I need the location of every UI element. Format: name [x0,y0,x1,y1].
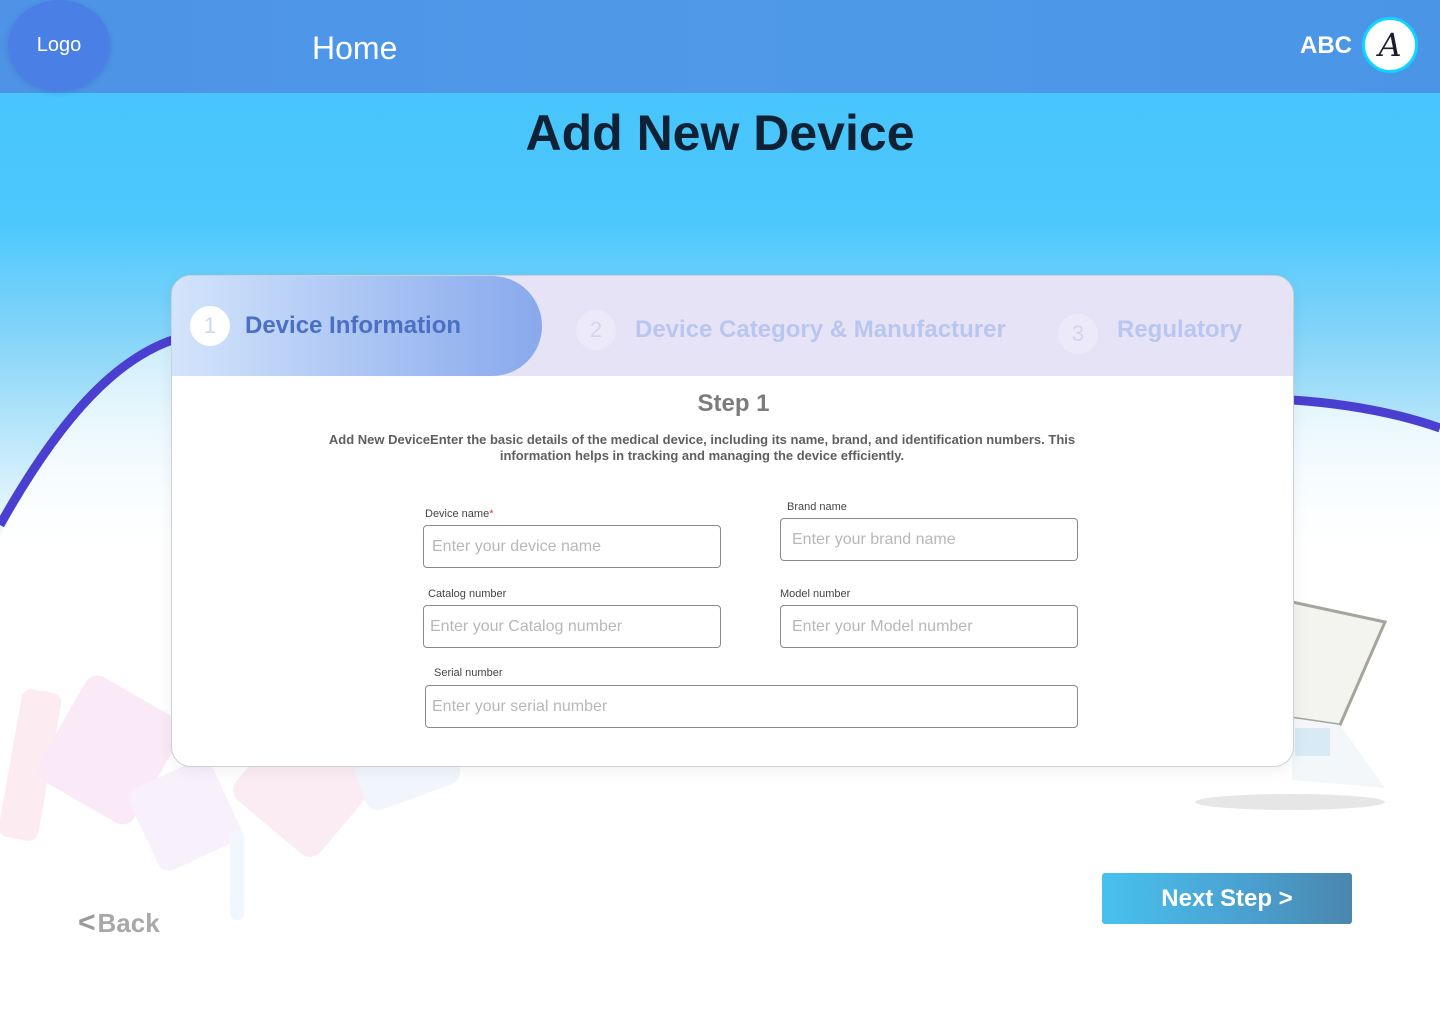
logo[interactable]: Logo [8,0,110,90]
chevron-left-icon: < [78,906,96,939]
device-name-label-text: Device name [425,508,490,520]
step-heading: Step 1 [697,390,770,417]
step-1-label: Device Information [245,312,462,339]
step-3-number: 3 [1058,314,1098,354]
step-description: Add New DeviceEnter the basic details of… [328,432,1076,463]
model-number-label: Model number [780,588,851,600]
step-3-label[interactable]: Regulatory [1117,316,1242,344]
required-mark: * [489,508,494,520]
device-name-label: Device name* [425,508,493,520]
add-device-card: 1 Device Information 2 Device Category &… [171,275,1294,767]
next-step-button[interactable]: Next Step > [1102,873,1352,924]
model-number-input[interactable] [780,605,1078,648]
serial-number-label: Serial number [434,667,503,679]
device-name-input[interactable] [423,525,721,568]
user-initials: ABC [1300,32,1352,59]
top-header: Logo Home ABC A [0,0,1440,93]
step-2-label[interactable]: Device Category & Manufacturer [635,316,1006,344]
page-title: Add New Device [525,105,915,161]
stepper: 1 Device Information 2 Device Category &… [172,276,1293,376]
catalog-number-input[interactable] [423,605,721,648]
back-link[interactable]: < Back [78,906,160,940]
user-avatar-icon[interactable]: A [1362,17,1418,73]
back-label: Back [97,907,160,938]
brand-name-input[interactable] [780,518,1078,561]
nav-home-link[interactable]: Home [312,30,397,67]
step-1-number: 1 [190,306,230,346]
step-2-number: 2 [576,310,616,350]
brand-name-label: Brand name [787,501,847,513]
catalog-number-label: Catalog number [428,588,507,600]
serial-number-input[interactable] [425,685,1078,728]
